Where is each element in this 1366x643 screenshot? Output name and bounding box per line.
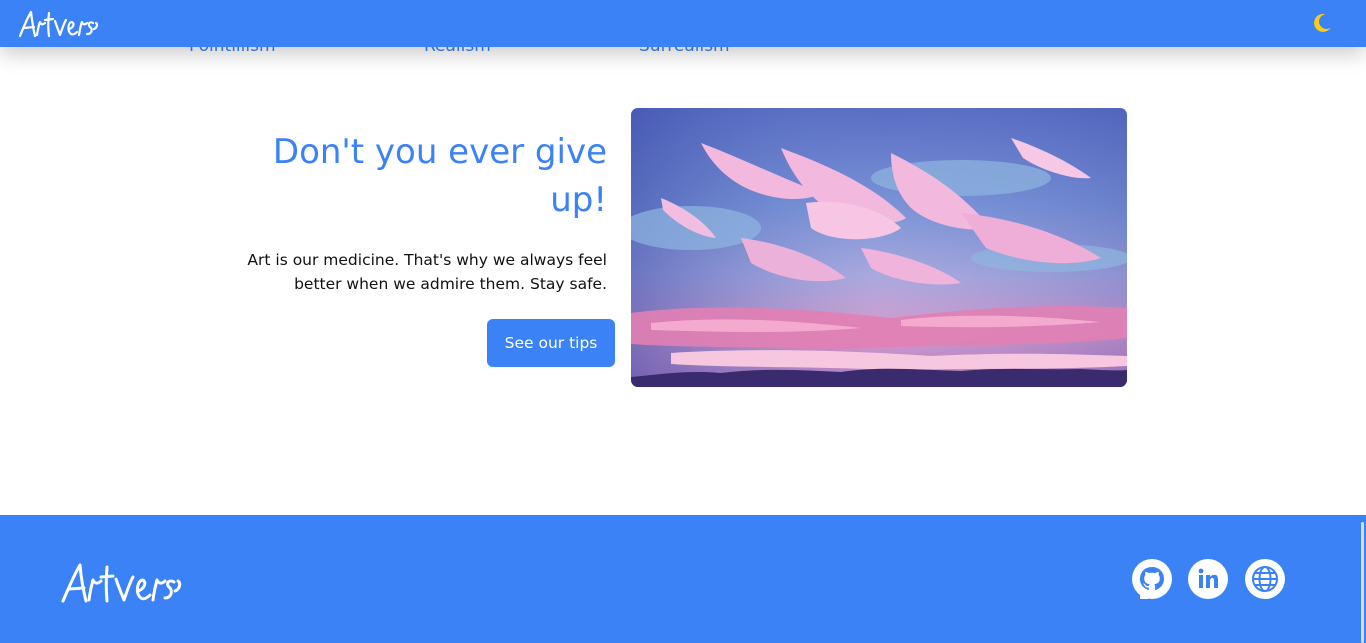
sky-clouds-image <box>631 108 1127 387</box>
hero-title: Don't you ever give up! <box>272 132 607 220</box>
artverse-logo[interactable] <box>18 8 98 40</box>
moon-icon[interactable] <box>1311 12 1333 34</box>
linkedin-icon[interactable] <box>1188 559 1228 599</box>
top-navbar <box>0 0 1366 47</box>
hero-description: Art is our medicine. That's why we alway… <box>247 251 607 293</box>
page: Pointillism Realism Surrealism Don't you… <box>0 0 1366 643</box>
footer <box>0 515 1366 643</box>
github-icon[interactable] <box>1132 559 1172 599</box>
scrollbar[interactable] <box>1361 522 1364 643</box>
globe-icon[interactable] <box>1245 559 1285 599</box>
see-tips-button[interactable]: See our tips <box>487 319 615 367</box>
footer-logo[interactable] <box>60 559 182 607</box>
